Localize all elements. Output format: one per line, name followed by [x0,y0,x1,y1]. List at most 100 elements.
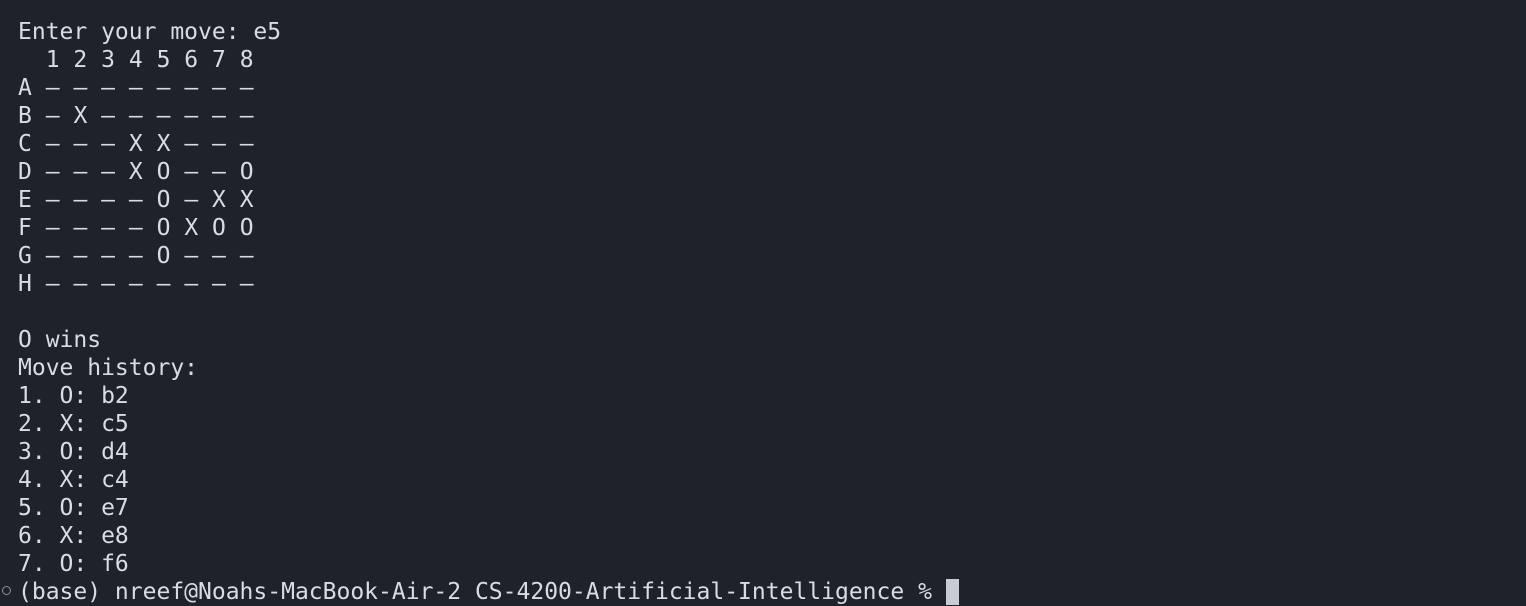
board-cell: – [156,75,171,101]
board-cell: – [101,187,116,213]
board-cell: – [128,271,143,297]
board-cell: – [101,271,116,297]
column-label: 7 [212,47,226,73]
history-title: Move history: [18,355,199,381]
board-row: G – – – – O – – – [18,242,1526,270]
board-cell: – [184,103,199,129]
board-cell: – [184,243,199,269]
board-row: F – – – – O X O O [18,214,1526,242]
board-cell: X [73,103,88,129]
board-row: H – – – – – – – – [18,270,1526,298]
board-cell: – [101,159,116,185]
board-cell: X [239,187,254,213]
row-label: B [18,103,32,129]
board-cell: – [212,159,226,185]
board-cell: O [156,187,171,213]
row-label: E [18,187,32,213]
board-cell: – [212,131,226,157]
board-cell: – [212,243,226,269]
board-row: E – – – – O – X X [18,186,1526,214]
terminal-window[interactable]: Enter your move: e5 1 2 3 4 5 6 7 8 A – … [0,0,1526,606]
board-cell: – [73,187,88,213]
board-cell: – [45,103,60,129]
board-cell: – [128,215,143,241]
board-cell: – [239,103,254,129]
board-cell: – [239,75,254,101]
result-line: O wins [18,327,102,353]
board-cell: – [73,243,88,269]
board-cell: – [239,243,254,269]
board-cell: O [156,159,171,185]
board-cell: – [101,75,116,101]
row-label: F [18,215,32,241]
move-prompt-value: e5 [253,19,282,45]
row-label: H [18,271,32,297]
board-cell: – [239,131,254,157]
history-item: 7. O: f6 [18,551,129,577]
move-prompt-label: Enter your move: [18,19,240,45]
board-cell: – [101,215,116,241]
board-cell: – [128,75,143,101]
column-label: 1 [45,47,60,73]
column-label: 3 [101,47,115,73]
board-cell: – [128,187,143,213]
board-cell: X [128,131,143,157]
board-cell: O [156,243,171,269]
board-row: B – X – – – – – – [18,102,1526,130]
board-cell: – [128,103,143,129]
board-cell: – [239,271,254,297]
history-item: 3. O: d4 [18,439,129,465]
board-row: C – – – X X – – – [18,130,1526,158]
column-label: 2 [73,47,88,73]
history-item: 2. X: c5 [18,411,129,437]
board-cell: X [128,159,143,185]
board-cell: – [101,131,116,157]
shell-prompt: (base) nreef@Noahs-MacBook-Air-2 CS-4200… [18,579,932,605]
board-row: A – – – – – – – – [18,74,1526,102]
board-cell: – [156,103,171,129]
board-cell: – [45,187,60,213]
board-cell: – [45,243,60,269]
board-cell: O [239,159,254,185]
board-cell: – [184,187,199,213]
history-item: 1. O: b2 [18,383,129,409]
board-cell: O [239,215,254,241]
board-cell: – [101,103,116,129]
column-label: 4 [128,47,143,73]
board-cell: – [73,75,88,101]
board-cell: O [156,215,171,241]
row-label: G [18,243,32,269]
board-cell: – [73,159,88,185]
board-cell: – [45,159,60,185]
move-history-list: 1. O: b2 2. X: c5 3. O: d4 4. X: c4 5. O: e7… [18,382,1526,578]
board-cell: – [184,131,199,157]
board-cell: – [156,271,171,297]
board-cell: – [101,243,116,269]
column-label: 5 [156,47,171,73]
board-cell: – [73,215,88,241]
board-cell: – [45,75,60,101]
board-row: D – – – X O – – O [18,158,1526,186]
column-label: 8 [239,47,254,73]
board-cell: – [212,271,226,297]
row-label: A [18,75,32,101]
shell-prompt-line[interactable]: (base) nreef@Noahs-MacBook-Air-2 CS-4200… [2,578,1526,606]
history-item: 6. X: e8 [18,523,129,549]
board-cell: – [45,215,60,241]
board-cell: – [45,271,60,297]
history-item: 5. O: e7 [18,495,129,521]
board-cell: – [45,131,60,157]
board-cell: – [184,271,199,297]
board-cell: – [212,103,226,129]
cursor-block [945,579,959,605]
board-cell: – [184,159,199,185]
board-cell: – [212,75,226,101]
board-cell: – [184,75,199,101]
prompt-status-icon [2,586,11,595]
history-item: 4. X: c4 [18,467,129,493]
board-column-header: 1 2 3 4 5 6 7 8 [18,46,1526,74]
move-prompt-line: Enter your move: e5 [18,18,1526,46]
row-label: C [18,131,32,157]
board-cell: X [212,187,226,213]
